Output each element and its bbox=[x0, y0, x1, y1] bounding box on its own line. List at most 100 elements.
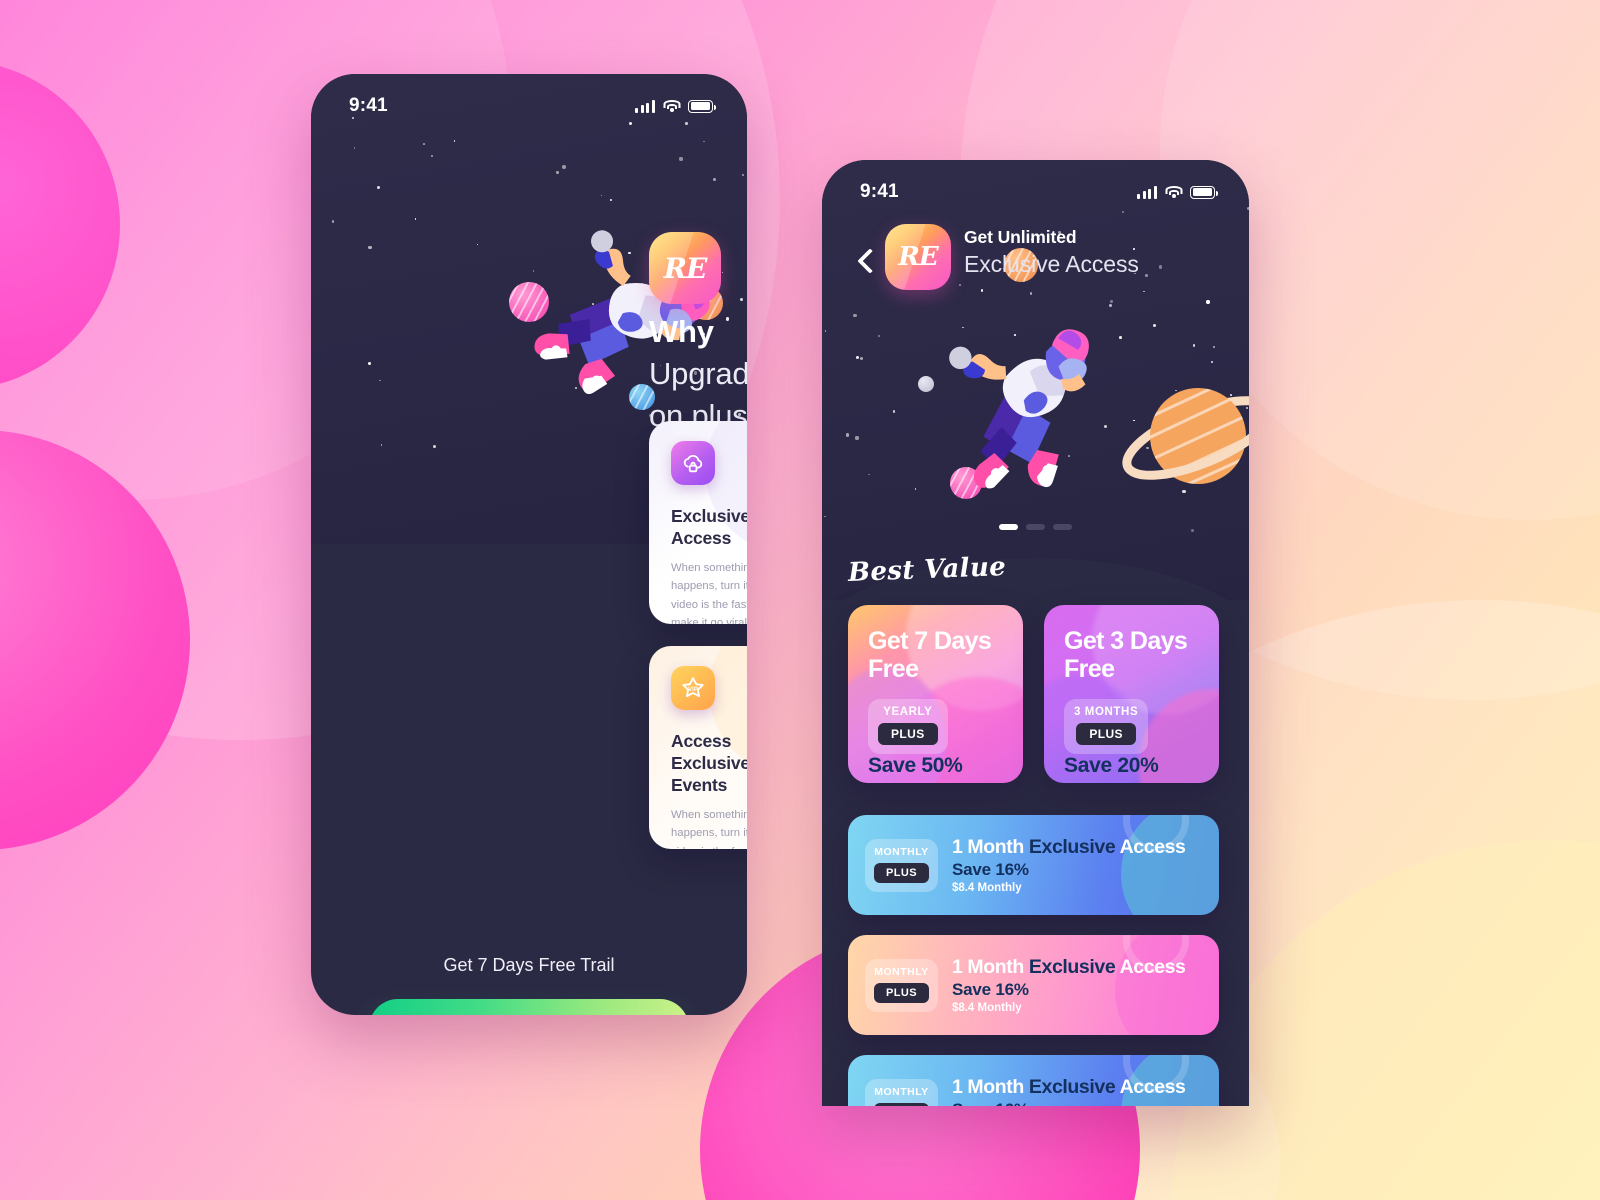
headline-bold: Why bbox=[649, 314, 714, 349]
header-line-2: Exclusive Access bbox=[964, 251, 1139, 277]
star bbox=[1192, 344, 1196, 347]
plan-card-quarterly[interactable]: Get 3 Days Free 3 MONTHS PLUS Save 20% $… bbox=[1044, 605, 1219, 783]
star bbox=[476, 243, 479, 246]
star bbox=[853, 313, 857, 318]
star bbox=[376, 185, 381, 190]
re-app-logo: RE bbox=[649, 232, 721, 304]
feature-description: When something new happens, turn it into… bbox=[671, 562, 747, 624]
astronaut-illustration bbox=[883, 260, 1156, 544]
star bbox=[353, 147, 356, 149]
plan-title-lead: Get 7 Days bbox=[868, 627, 992, 655]
logo-text: RE bbox=[663, 251, 708, 285]
battery-icon bbox=[1190, 185, 1218, 199]
plan-period: MONTHLY bbox=[874, 1085, 929, 1098]
star bbox=[423, 142, 426, 145]
battery-icon bbox=[688, 99, 716, 113]
star bbox=[1143, 290, 1146, 293]
star bbox=[824, 330, 827, 332]
plan-period: 3 MONTHS bbox=[1074, 706, 1139, 718]
re-app-logo: RE bbox=[885, 224, 951, 290]
plan-card-monthly[interactable]: MONTHLY PLUS 1 Month Exclusive Access Sa… bbox=[848, 815, 1219, 915]
star bbox=[1110, 300, 1113, 303]
carousel-dot[interactable] bbox=[1053, 524, 1072, 530]
star bbox=[1118, 335, 1122, 339]
star bbox=[1144, 273, 1148, 278]
logo-text: RE bbox=[898, 242, 938, 272]
plan-savings: Save 16% bbox=[951, 860, 1029, 879]
plan-title-rest: Free bbox=[868, 655, 919, 683]
star bbox=[980, 289, 984, 292]
screen-upgrade-benefits: 9:41 RE Why Upgrade on plus? bbox=[311, 74, 747, 1015]
star bbox=[379, 379, 381, 382]
plan-savings: Save 50% bbox=[868, 754, 963, 777]
plan-card-yearly[interactable]: Get 7 Days Free YEARLY PLUS Save 50% $60… bbox=[848, 605, 1023, 783]
plan-tier: PLUS bbox=[874, 1102, 929, 1106]
feature-card[interactable]: Exclusive Access When something new happ… bbox=[649, 421, 747, 624]
plan-card-monthly[interactable]: MONTHLY PLUS 1 Month Exclusive Access Sa… bbox=[848, 935, 1219, 1035]
star bbox=[1190, 528, 1194, 533]
carousel-dots[interactable] bbox=[999, 524, 1072, 530]
plan-savings: Save 20% bbox=[1064, 754, 1159, 777]
carousel-dot[interactable] bbox=[1026, 524, 1045, 530]
headline-rest: Upgrade bbox=[649, 356, 747, 392]
star bbox=[824, 515, 827, 518]
plan-savings: Save 16% bbox=[951, 980, 1029, 999]
star bbox=[878, 334, 881, 338]
plan-savings: Save 16% bbox=[952, 1100, 1186, 1106]
plan-badge: MONTHLY PLUS bbox=[865, 838, 938, 892]
section-title-best-value: Best Value bbox=[847, 551, 1007, 589]
star bbox=[562, 165, 567, 169]
status-time: 9:41 bbox=[349, 95, 388, 116]
wifi-icon bbox=[663, 99, 680, 113]
star bbox=[1122, 211, 1125, 213]
plan-badge: MONTHLY PLUS bbox=[865, 1078, 938, 1106]
svg-text:VIP: VIP bbox=[688, 687, 698, 693]
wifi-icon bbox=[1165, 185, 1182, 199]
plan-title-tail: Access bbox=[1119, 956, 1186, 978]
plan-title-rest: Free bbox=[1064, 655, 1115, 683]
phone-mockup-left: 9:41 RE Why Upgrade on plus? bbox=[311, 74, 747, 1015]
star bbox=[1213, 346, 1215, 348]
plan-tier: PLUS bbox=[878, 723, 938, 745]
star bbox=[368, 362, 372, 366]
plan-tier: PLUS bbox=[874, 982, 929, 1003]
phone-mockup-right: 9:41 RE Get Unlimited Exclusive Access B bbox=[822, 160, 1249, 1106]
plan-price: $8.4 Monthly bbox=[951, 1002, 1022, 1014]
saturn-planet bbox=[1118, 358, 1249, 508]
plan-tier: PLUS bbox=[874, 862, 929, 883]
plan-period: MONTHLY bbox=[874, 845, 929, 858]
header-line-1: Get Unlimited bbox=[964, 227, 1077, 247]
plan-card-monthly[interactable]: MONTHLY PLUS 1 Month Exclusive Access Sa… bbox=[848, 1055, 1219, 1106]
signal-icon bbox=[1137, 185, 1157, 199]
decorative-background bbox=[0, 0, 1600, 1200]
trial-label: Get 7 Days Free Trail bbox=[443, 955, 615, 975]
star bbox=[740, 297, 744, 301]
star bbox=[703, 140, 706, 143]
feature-title: Access Exclusive Events bbox=[671, 731, 747, 796]
plan-title-tail: Access bbox=[1119, 1076, 1186, 1098]
star bbox=[1158, 265, 1162, 269]
back-chevron-icon bbox=[857, 248, 883, 274]
try-it-free-button[interactable]: Try It Free bbox=[369, 999, 689, 1015]
page-title: Why Upgrade on plus? bbox=[649, 311, 747, 437]
plan-price: $8.4 Monthly bbox=[951, 882, 1022, 894]
status-bar: 9:41 bbox=[311, 74, 747, 124]
star bbox=[1206, 300, 1210, 304]
star bbox=[679, 157, 683, 161]
plan-title-lead: Get 3 Days bbox=[1064, 627, 1188, 655]
status-bar: 9:41 bbox=[822, 160, 1249, 210]
plan-title-lead: 1 Month bbox=[951, 956, 1024, 978]
star bbox=[414, 218, 416, 220]
star bbox=[914, 487, 917, 490]
plan-badge: YEARLY PLUS bbox=[868, 699, 948, 754]
plan-title-mid: Exclusive bbox=[1028, 836, 1116, 858]
feature-title: Exclusive Access bbox=[671, 506, 747, 549]
star bbox=[958, 284, 961, 287]
page-title: Get Unlimited Exclusive Access bbox=[964, 227, 1139, 278]
star bbox=[868, 473, 870, 476]
feature-card[interactable]: VIP Access Exclusive Events When somethi… bbox=[649, 646, 747, 849]
star bbox=[855, 436, 859, 440]
star bbox=[433, 444, 437, 448]
carousel-dot-active[interactable] bbox=[999, 524, 1018, 530]
star bbox=[713, 178, 717, 182]
